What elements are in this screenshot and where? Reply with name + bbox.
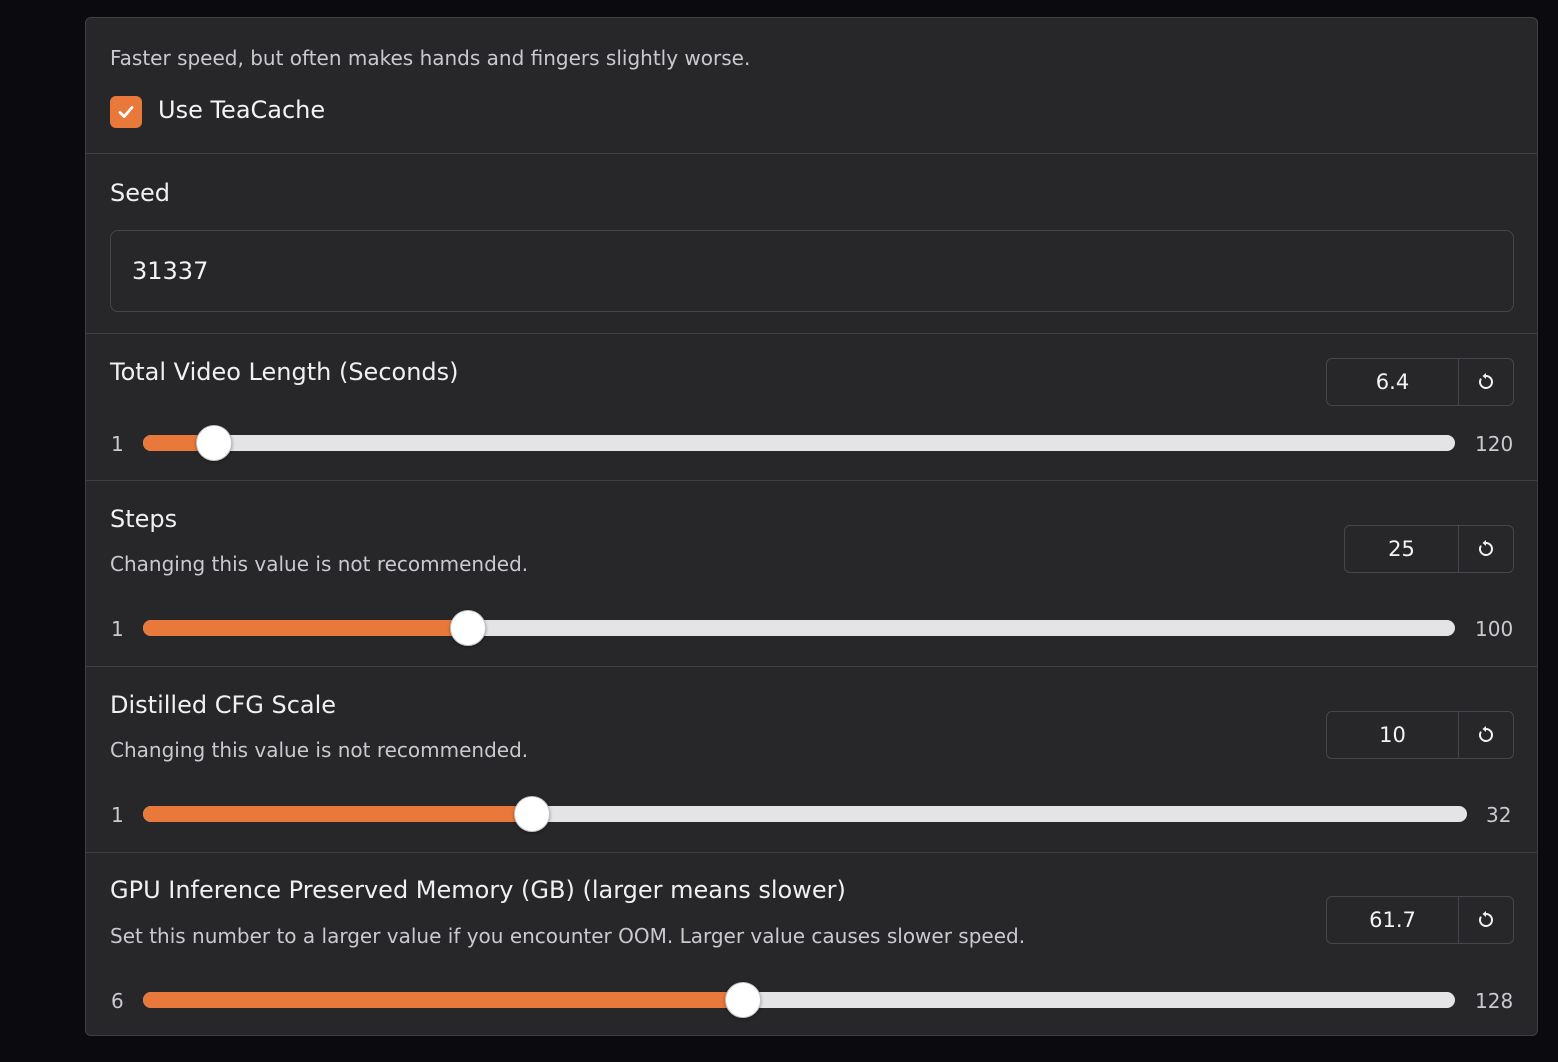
gpu-memory-slider[interactable] [143,982,1455,1018]
video-length-slider[interactable] [143,425,1455,461]
cfg-scale-min: 1 [111,803,124,827]
cfg-scale-number-box: 10 [1326,711,1514,759]
video-length-label: Total Video Length (Seconds) [110,358,459,386]
gpu-memory-number-input[interactable]: 61.7 [1327,897,1459,943]
cfg-scale-info: Changing this value is not recommended. [110,738,529,762]
gpu-memory-reset-button[interactable] [1459,897,1513,943]
reset-icon [1479,373,1493,389]
steps-reset-button[interactable] [1459,526,1513,572]
gpu-memory-min: 6 [111,989,124,1013]
cfg-scale-slider-thumb[interactable] [514,796,551,832]
reset-icon [1479,911,1493,927]
steps-slider-fill [143,620,469,636]
steps-section: Steps Changing this value is not recomme… [86,481,1537,667]
video-length-min: 1 [111,432,124,456]
steps-slider[interactable] [143,610,1455,646]
video-length-section: Total Video Length (Seconds) 6.4 1 120 [86,334,1537,481]
gpu-memory-info: Set this number to a larger value if you… [110,924,1026,948]
teacache-info: Faster speed, but often makes hands and … [110,46,751,70]
gpu-memory-section: GPU Inference Preserved Memory (GB) (lar… [86,853,1537,1035]
steps-info: Changing this value is not recommended. [110,552,529,576]
gpu-memory-max: 128 [1475,989,1514,1013]
reset-icon [1479,540,1493,556]
gpu-memory-number-box: 61.7 [1326,896,1514,944]
teacache-section: Faster speed, but often makes hands and … [86,18,1537,154]
cfg-scale-section: Distilled CFG Scale Changing this value … [86,667,1537,853]
steps-number-box: 25 [1344,525,1514,573]
teacache-label[interactable]: Use TeaCache [158,96,325,124]
video-length-max: 120 [1475,432,1514,456]
cfg-scale-label: Distilled CFG Scale [110,691,337,719]
cfg-scale-reset-button[interactable] [1459,712,1513,758]
gpu-memory-slider-thumb[interactable] [724,982,761,1018]
cfg-scale-slider[interactable] [143,796,1467,832]
video-length-reset-button[interactable] [1459,359,1513,405]
video-length-number-input[interactable]: 6.4 [1327,359,1459,405]
reset-icon [1479,726,1493,742]
video-length-slider-thumb[interactable] [195,425,232,461]
gpu-memory-label: GPU Inference Preserved Memory (GB) (lar… [110,876,846,904]
steps-number-input[interactable]: 25 [1345,526,1459,572]
seed-label: Seed [110,179,170,207]
cfg-scale-max: 32 [1486,803,1512,827]
video-length-number-box: 6.4 [1326,358,1514,406]
steps-max: 100 [1475,617,1514,641]
seed-input[interactable]: 31337 [110,230,1514,312]
settings-panel: Faster speed, but often makes hands and … [85,17,1538,1036]
cfg-scale-slider-fill [143,806,533,822]
seed-section: Seed 31337 [86,154,1537,334]
check-icon [118,106,134,118]
teacache-checkbox[interactable] [110,96,142,128]
steps-slider-thumb[interactable] [450,610,487,646]
cfg-scale-number-input[interactable]: 10 [1327,712,1459,758]
gpu-memory-slider-fill [143,992,743,1008]
steps-min: 1 [111,617,124,641]
steps-label: Steps [110,505,178,533]
